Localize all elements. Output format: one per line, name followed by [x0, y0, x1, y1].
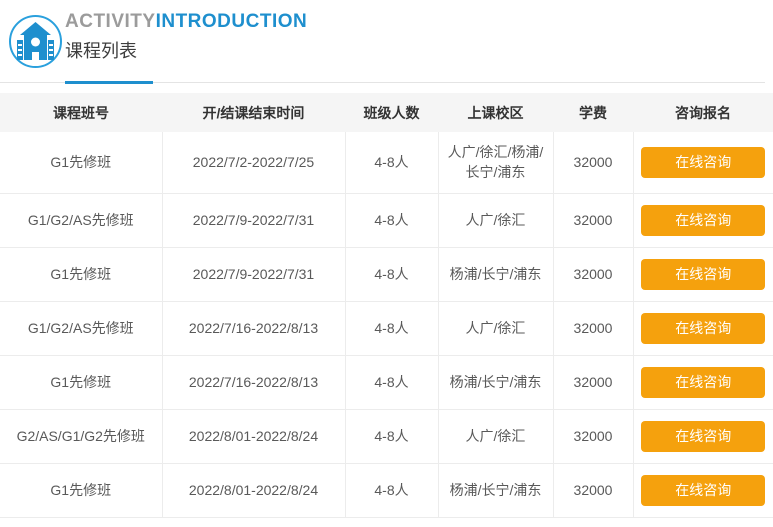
cell-campus: 人广/徐汇: [438, 409, 553, 463]
section-title-english-gray: ACTIVITY: [65, 11, 156, 32]
cell-campus: 人广/徐汇: [438, 301, 553, 355]
cell-class-name: G1/G2/AS先修班: [0, 193, 162, 247]
table-row: G1先修班 2022/7/9-2022/7/31 4-8人 杨浦/长宁/浦东 3…: [0, 247, 773, 301]
online-consult-button[interactable]: 在线咨询: [641, 367, 765, 398]
cell-class-name: G2/AS/G1/G2先修班: [0, 409, 162, 463]
cell-class-name: G1/G2/AS先修班: [0, 301, 162, 355]
cell-size: 4-8人: [345, 355, 438, 409]
cell-class-name: G1先修班: [0, 355, 162, 409]
cell-class-name: G1先修班: [0, 463, 162, 517]
section-banner: ACTIVITYINTRODUCTION 课程列表: [0, 0, 773, 93]
cell-fee: 32000: [553, 247, 633, 301]
table-row: G2/AS/G1/G2先修班 2022/8/01-2022/8/24 4-8人 …: [0, 409, 773, 463]
table-row: G1先修班 2022/8/01-2022/8/24 4-8人 杨浦/长宁/浦东 …: [0, 463, 773, 517]
col-header-time: 开/结课结束时间: [162, 93, 345, 132]
table-row: G1/G2/AS先修班 2022/7/9-2022/7/31 4-8人 人广/徐…: [0, 193, 773, 247]
table-row: G1先修班 2022/7/2-2022/7/25 4-8人 人广/徐汇/杨浦/长…: [0, 132, 773, 193]
course-table-body: G1先修班 2022/7/2-2022/7/25 4-8人 人广/徐汇/杨浦/长…: [0, 132, 773, 517]
col-header-consult: 咨询报名: [633, 93, 773, 132]
cell-size: 4-8人: [345, 193, 438, 247]
cell-consult: 在线咨询: [633, 355, 773, 409]
section-title-block: ACTIVITYINTRODUCTION 课程列表: [65, 10, 307, 64]
cell-fee: 32000: [553, 301, 633, 355]
online-consult-button[interactable]: 在线咨询: [641, 475, 765, 506]
cell-consult: 在线咨询: [633, 409, 773, 463]
cell-consult: 在线咨询: [633, 301, 773, 355]
section-subtitle: 课程列表: [65, 38, 307, 64]
col-header-fee: 学费: [553, 93, 633, 132]
cell-time: 2022/7/9-2022/7/31: [162, 247, 345, 301]
school-building-icon: [8, 14, 63, 69]
col-header-class-name: 课程班号: [0, 93, 162, 132]
cell-time: 2022/8/01-2022/8/24: [162, 409, 345, 463]
section-divider-accent: [65, 81, 153, 84]
col-header-size: 班级人数: [345, 93, 438, 132]
section-divider: [0, 82, 765, 83]
table-row: G1/G2/AS先修班 2022/7/16-2022/8/13 4-8人 人广/…: [0, 301, 773, 355]
cell-campus: 杨浦/长宁/浦东: [438, 247, 553, 301]
cell-class-name: G1先修班: [0, 132, 162, 193]
cell-campus: 杨浦/长宁/浦东: [438, 463, 553, 517]
cell-fee: 32000: [553, 355, 633, 409]
cell-fee: 32000: [553, 463, 633, 517]
cell-consult: 在线咨询: [633, 247, 773, 301]
section-title: ACTIVITYINTRODUCTION: [65, 10, 307, 34]
cell-campus: 人广/徐汇: [438, 193, 553, 247]
course-table-header: 课程班号 开/结课结束时间 班级人数 上课校区 学费 咨询报名: [0, 93, 773, 132]
cell-size: 4-8人: [345, 409, 438, 463]
cell-consult: 在线咨询: [633, 132, 773, 193]
cell-fee: 32000: [553, 409, 633, 463]
table-row: G1先修班 2022/7/16-2022/8/13 4-8人 杨浦/长宁/浦东 …: [0, 355, 773, 409]
cell-time: 2022/7/9-2022/7/31: [162, 193, 345, 247]
cell-campus: 杨浦/长宁/浦东: [438, 355, 553, 409]
cell-consult: 在线咨询: [633, 193, 773, 247]
section-title-english-blue: INTRODUCTION: [156, 11, 308, 32]
online-consult-button[interactable]: 在线咨询: [641, 313, 765, 344]
cell-class-name: G1先修班: [0, 247, 162, 301]
cell-size: 4-8人: [345, 132, 438, 193]
cell-time: 2022/7/16-2022/8/13: [162, 355, 345, 409]
cell-time: 2022/7/2-2022/7/25: [162, 132, 345, 193]
cell-time: 2022/8/01-2022/8/24: [162, 463, 345, 517]
online-consult-button[interactable]: 在线咨询: [641, 205, 765, 236]
cell-size: 4-8人: [345, 301, 438, 355]
cell-size: 4-8人: [345, 463, 438, 517]
cell-time: 2022/7/16-2022/8/13: [162, 301, 345, 355]
online-consult-button[interactable]: 在线咨询: [641, 259, 765, 290]
course-table: 课程班号 开/结课结束时间 班级人数 上课校区 学费 咨询报名 G1先修班 20…: [0, 93, 773, 518]
online-consult-button[interactable]: 在线咨询: [641, 147, 765, 178]
col-header-campus: 上课校区: [438, 93, 553, 132]
cell-size: 4-8人: [345, 247, 438, 301]
cell-fee: 32000: [553, 132, 633, 193]
cell-consult: 在线咨询: [633, 463, 773, 517]
cell-fee: 32000: [553, 193, 633, 247]
online-consult-button[interactable]: 在线咨询: [641, 421, 765, 452]
cell-campus: 人广/徐汇/杨浦/长宁/浦东: [438, 132, 553, 193]
